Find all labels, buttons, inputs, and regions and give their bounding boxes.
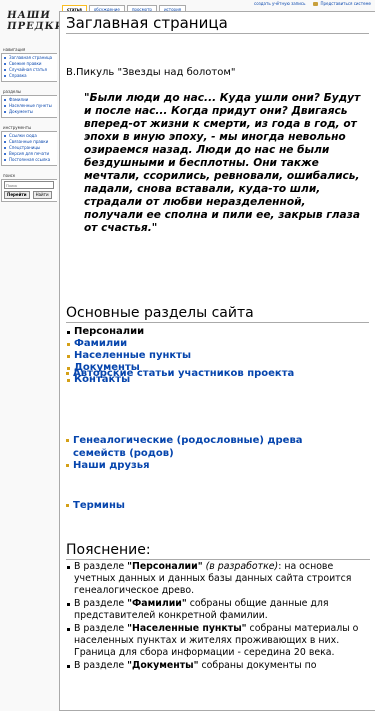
- sidebar-item-surnames[interactable]: Фамилии: [9, 97, 28, 102]
- family-trees-link[interactable]: Генеалогические (родословные) древа семе…: [66, 434, 353, 460]
- nav-portlet-title: навигация: [3, 47, 26, 52]
- sidebar-item-recent-changes[interactable]: Свежие правки: [9, 61, 42, 66]
- logo-line-1: НАШИ: [6, 10, 52, 21]
- section-persons-label: Персоналии: [74, 326, 145, 337]
- sections-portlet-title: разделы: [3, 89, 22, 94]
- explain-term: "Документы": [127, 660, 199, 671]
- nav-portlet: навигация Заглавная страница Свежие прав…: [1, 47, 57, 82]
- search-portlet: поиск Перейти Найти: [1, 173, 57, 202]
- go-button[interactable]: Перейти: [4, 191, 30, 199]
- explanation-list: В разделе "Персоналии" (в разработке): н…: [66, 561, 370, 673]
- sidebar-item-related-changes[interactable]: Связанные правки: [9, 139, 48, 144]
- sidebar-item-what-links-here[interactable]: Ссылки сюда: [9, 133, 37, 138]
- sidebar-item-documents[interactable]: Документы: [9, 109, 33, 114]
- search-button[interactable]: Найти: [32, 191, 52, 199]
- tools-portlet-title: инструменты: [3, 125, 32, 130]
- quote-author: В.Пикуль "Звезды над болотом": [66, 67, 236, 78]
- author-articles-link[interactable]: Авторские статьи участников проекта: [66, 367, 353, 380]
- sidebar-item-special-pages[interactable]: Спецстраницы: [9, 145, 40, 150]
- epigraph-quote: "Были люди до нас... Куда ушли они? Буду…: [84, 92, 361, 234]
- section-item-persons: Персоналии: [66, 326, 369, 338]
- explain-note: (в разработке): [202, 561, 279, 572]
- explanation-item: В разделе "Персоналии" (в разработке): н…: [66, 561, 370, 597]
- personal-tools: создать учётную запись Представиться сис…: [250, 0, 375, 10]
- friends-link[interactable]: Наши друзья: [66, 459, 353, 472]
- sidebar-item-main-page[interactable]: Заглавная страница: [9, 55, 52, 60]
- page-title: Заглавная страница: [66, 14, 369, 34]
- sidebar-item-settlements[interactable]: Населенные пункты: [9, 103, 52, 108]
- sidebar-item-permanent-link[interactable]: Постоянная ссылка: [9, 157, 50, 162]
- explain-prefix: В разделе: [74, 598, 128, 609]
- section-item-surnames[interactable]: Фамилии: [66, 338, 369, 350]
- sidebar-item-random-article[interactable]: Случайная статья: [9, 67, 47, 72]
- sidebar: навигация Заглавная страница Свежие прав…: [1, 47, 57, 209]
- sections-heading: Основные разделы сайта: [66, 305, 369, 323]
- explanation-item: В разделе "Фамилии" собраны общие данные…: [66, 598, 370, 622]
- search-box: Перейти Найти: [1, 179, 57, 202]
- search-portlet-title: поиск: [3, 173, 16, 178]
- tools-portlet: инструменты Ссылки сюда Связанные правки…: [1, 125, 57, 166]
- login-link-wrap[interactable]: Представиться системе: [313, 1, 371, 9]
- explanation-heading: Пояснение:: [66, 542, 370, 560]
- login-link[interactable]: Представиться системе: [320, 1, 371, 6]
- terms-link[interactable]: Термины: [66, 499, 353, 512]
- site-logo[interactable]: НАШИ ПРЕДКИ: [6, 10, 66, 42]
- explanation-item: В разделе "Населенные пункты" собраны ма…: [66, 623, 370, 659]
- section-surnames-link[interactable]: Фамилии: [74, 338, 127, 349]
- section-item-settlements[interactable]: Населенные пункты: [66, 350, 369, 362]
- sidebar-item-print-version[interactable]: Версия для печати: [9, 151, 49, 156]
- sidebar-item-help[interactable]: Справка: [9, 73, 27, 78]
- explain-text: собраны документы по: [198, 660, 317, 671]
- user-icon: [313, 2, 319, 6]
- create-account-link[interactable]: создать учётную запись: [254, 1, 305, 9]
- explain-prefix: В разделе: [74, 561, 128, 572]
- explanation-item: В разделе "Документы" собраны документы …: [66, 660, 370, 672]
- section-settlements-link[interactable]: Населенные пункты: [74, 350, 191, 361]
- logo-line-2: ПРЕДКИ: [6, 21, 66, 32]
- sections-portlet: разделы Фамилии Населенные пункты Докуме…: [1, 89, 57, 118]
- explain-term: "Фамилии": [127, 598, 187, 609]
- content-area: Заглавная страница В.Пикуль "Звезды над …: [59, 11, 375, 711]
- explain-term: "Населенные пункты": [127, 623, 247, 634]
- explain-prefix: В разделе: [74, 623, 128, 634]
- explain-prefix: В разделе: [74, 660, 128, 671]
- explain-term: "Персоналии": [127, 561, 203, 572]
- search-input[interactable]: [4, 181, 54, 189]
